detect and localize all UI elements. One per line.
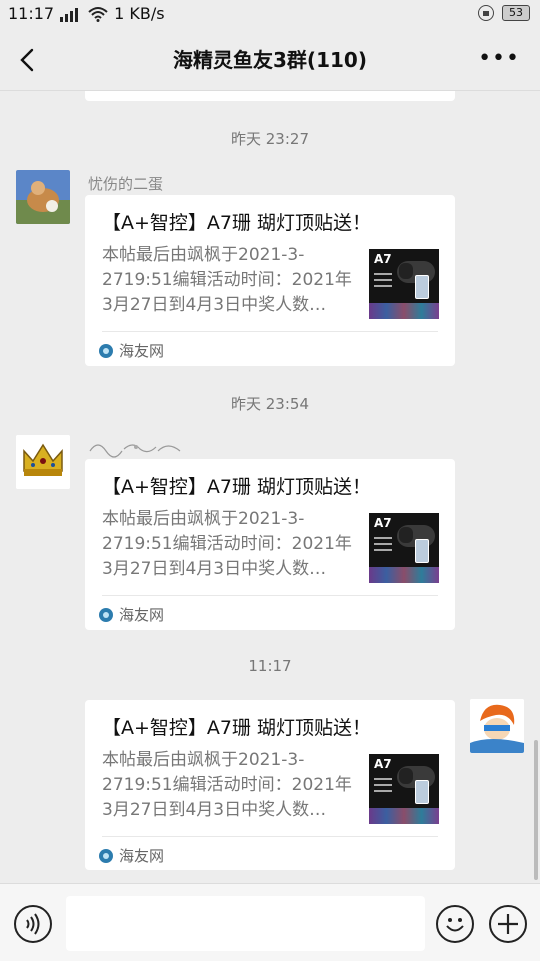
card-title: 【A+智控】A7珊 瑚灯顶贴送！ (102, 212, 372, 234)
link-card[interactable]: 【A+智控】A7珊 瑚灯顶贴送！ 本帖最后由飒枫于2021-3-2719:51编… (85, 700, 455, 870)
card-divider (102, 331, 438, 332)
card-source: 海友网 (99, 340, 164, 361)
source-logo-icon (99, 343, 113, 358)
wifi-icon (88, 6, 108, 22)
card-description: 本帖最后由飒枫于2021-3-2719:51编辑活动时间：2021年3月27日到… (102, 509, 352, 579)
avatar[interactable] (16, 170, 70, 224)
card-description: 本帖最后由飒枫于2021-3-2719:51编辑活动时间：2021年3月27日到… (102, 245, 352, 315)
card-divider (102, 595, 438, 596)
link-card[interactable]: 【A+智控】A7珊 瑚灯顶贴送！ 本帖最后由飒枫于2021-3-2719:51编… (85, 195, 455, 366)
network-speed: 1 KB/s (114, 4, 165, 23)
card-divider (102, 836, 438, 837)
card-thumbnail: A7 (369, 754, 439, 824)
message-input[interactable] (66, 896, 425, 951)
avatar[interactable] (16, 435, 70, 489)
more-dots-icon[interactable]: ••• (478, 46, 520, 71)
source-label: 海友网 (119, 342, 165, 360)
title-bar: 海精灵鱼友3群(110) ••• (0, 30, 540, 91)
timestamp: 11:17 (248, 657, 292, 675)
card-source: 海友网 (99, 604, 164, 625)
card-source: 海友网 (99, 845, 164, 866)
avatar[interactable] (470, 699, 524, 753)
timestamp: 昨天 23:27 (231, 130, 309, 148)
card-thumbnail: A7 (369, 513, 439, 583)
plus-icon[interactable] (489, 905, 527, 943)
signal-icon (60, 6, 82, 22)
card-description: 本帖最后由飒枫于2021-3-2719:51编辑活动时间：2021年3月27日到… (102, 750, 352, 820)
card-thumbnail: A7 (369, 249, 439, 319)
status-time: 11:17 (8, 4, 55, 23)
card-title: 【A+智控】A7珊 瑚灯顶贴送！ (102, 717, 372, 739)
sender-name-decorative (88, 437, 183, 459)
source-logo-icon (99, 607, 113, 622)
input-bar (0, 883, 540, 961)
status-bar: 11:17 1 KB/s 53 (0, 0, 540, 30)
lock-icon (478, 5, 494, 21)
scrollbar[interactable] (534, 740, 538, 880)
link-card[interactable]: 【A+智控】A7珊 瑚灯顶贴送！ 本帖最后由飒枫于2021-3-2719:51编… (85, 459, 455, 630)
card-title: 【A+智控】A7珊 瑚灯顶贴送！ (102, 476, 372, 498)
voice-icon[interactable] (14, 905, 52, 943)
chat-title: 海精灵鱼友3群(110) (173, 48, 367, 72)
chat-area[interactable]: 昨天 23:27 忧伤的二蛋 【A+智控】A7珊 瑚灯顶贴送！ 本帖最后由飒枫于… (0, 91, 540, 883)
previous-message-card[interactable] (85, 91, 455, 101)
source-label: 海友网 (119, 606, 165, 624)
emoji-icon[interactable] (436, 905, 474, 943)
source-label: 海友网 (119, 847, 165, 865)
timestamp: 昨天 23:54 (231, 395, 309, 413)
source-logo-icon (99, 848, 113, 863)
sender-name: 忧伤的二蛋 (88, 175, 164, 193)
battery-icon: 53 (502, 5, 530, 21)
